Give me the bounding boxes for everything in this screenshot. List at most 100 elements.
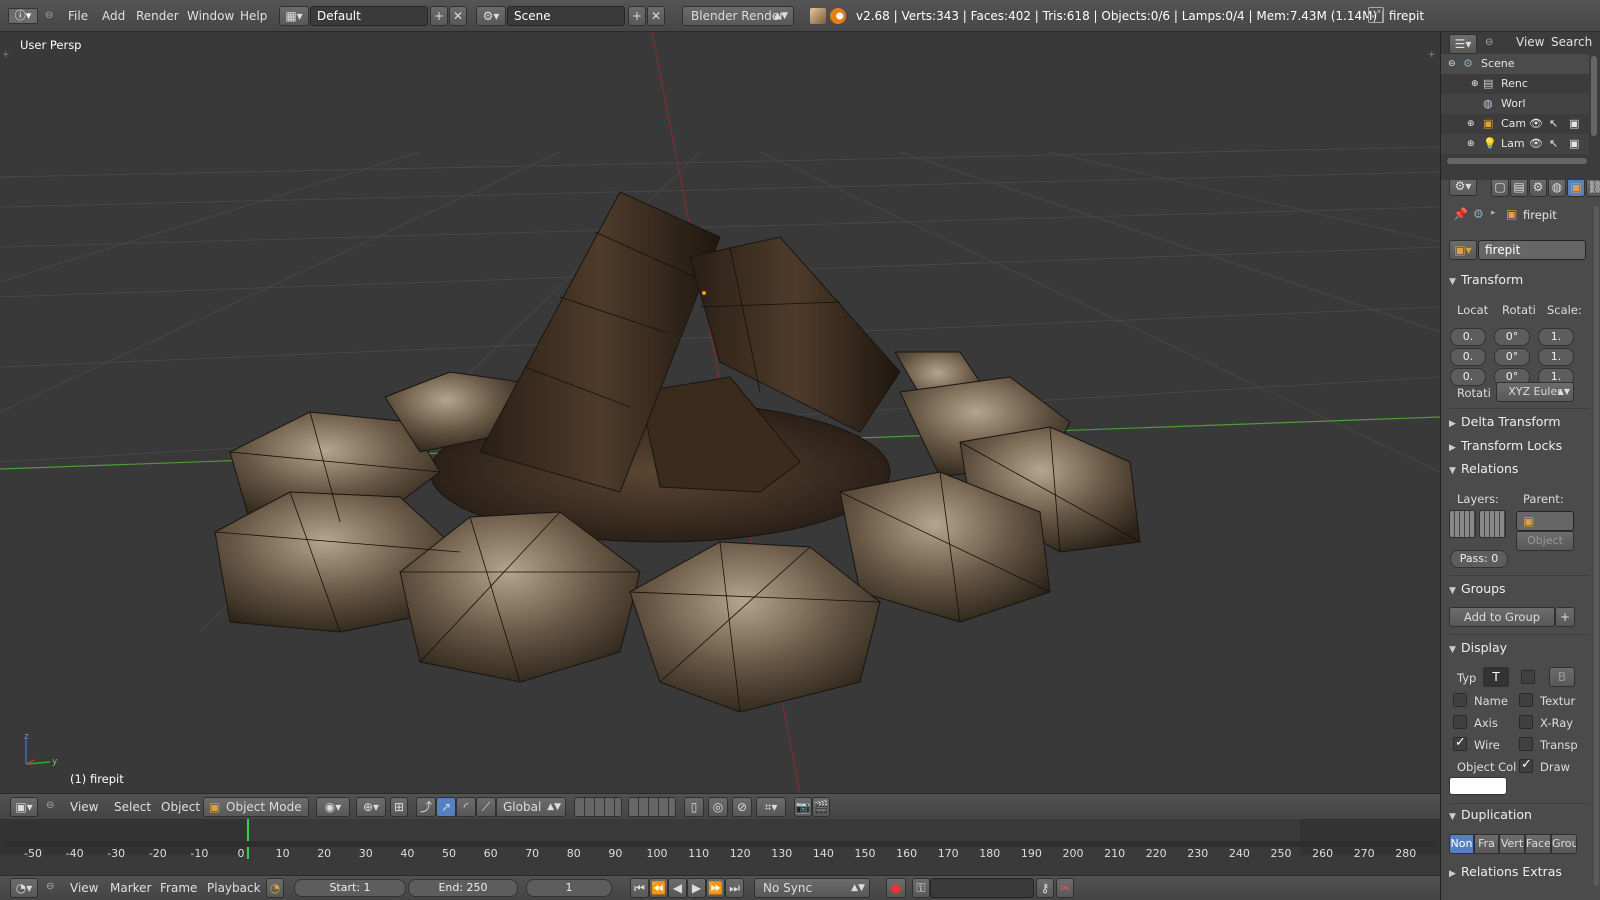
outliner-item-world[interactable]: ◍ Worl xyxy=(1441,94,1589,114)
menu-select[interactable]: Select xyxy=(114,800,151,814)
fullscreen-icon[interactable]: ⤢ xyxy=(1368,7,1384,23)
outliner-hscrollbar[interactable] xyxy=(1447,158,1587,164)
dupli-none-option[interactable]: Non xyxy=(1449,834,1474,854)
manipulator-toggle[interactable]: ⊞ xyxy=(390,797,408,817)
editor-type-icon[interactable]: ◔▾ xyxy=(10,878,38,898)
panel-relations-extras-header[interactable]: ▶ Relations Extras xyxy=(1449,861,1589,883)
timeline-scrollbar[interactable] xyxy=(6,841,1436,847)
keying-set-icon[interactable]: ⚿ xyxy=(912,878,930,898)
menu-file[interactable]: File xyxy=(68,9,88,23)
render-layers-tab-icon[interactable]: ▤ xyxy=(1510,180,1528,197)
scene-tab-icon[interactable]: ⚙ xyxy=(1529,180,1547,197)
menu-render[interactable]: Render xyxy=(136,9,179,23)
keying-set-field[interactable] xyxy=(930,878,1034,898)
add-to-group-button[interactable]: Add to Group xyxy=(1449,607,1555,627)
display-bounds-checkbox[interactable] xyxy=(1521,670,1535,684)
expand-icon[interactable]: ⊕ xyxy=(1467,134,1475,154)
expand-icon[interactable]: ⊖ xyxy=(1448,54,1456,74)
panel-transform-header[interactable]: ▼ Transform xyxy=(1449,269,1589,291)
outliner-item-lamp[interactable]: ⊕ 💡 Lamp 👁 ↖ ▣ xyxy=(1441,134,1589,154)
menu-add[interactable]: Add xyxy=(102,9,125,23)
panel-delta-transform-header[interactable]: ▶ Delta Transform xyxy=(1449,411,1589,433)
scale-x-field[interactable]: 1. xyxy=(1538,328,1574,346)
outliner-vscrollbar[interactable] xyxy=(1591,56,1597,136)
play-button[interactable]: ▶ xyxy=(687,878,706,898)
delete-keyframe-icon[interactable]: ✂ xyxy=(1056,878,1074,898)
location-z-field[interactable]: 0. xyxy=(1450,368,1486,386)
current-frame-field[interactable]: 1 xyxy=(526,879,612,897)
object-name-field[interactable]: firepit xyxy=(1478,240,1586,260)
scene-field[interactable]: Scene xyxy=(507,6,625,26)
scale-manipulator[interactable]: ◜ xyxy=(456,797,476,817)
outliner-item-scene[interactable]: ⊖ ⚙ Scene xyxy=(1441,54,1589,74)
dupli-faces-option[interactable]: Face xyxy=(1525,834,1551,854)
xray-checkbox[interactable] xyxy=(1519,715,1533,729)
snap-toggle-icon[interactable]: ⊘ xyxy=(732,797,752,817)
dupli-verts-option[interactable]: Vert xyxy=(1499,834,1525,854)
manipulator-extra[interactable]: ⟋ xyxy=(476,797,496,817)
snap-element-select[interactable]: ⌗▾ xyxy=(756,797,786,817)
object-color-swatch[interactable] xyxy=(1449,777,1507,795)
timeline[interactable]: -50 -40 -30 -20 -10 0 10 20 30 40 50 60 70 80 90 100 110… xyxy=(0,819,1440,875)
orientation-select[interactable]: Global ▲▼ xyxy=(496,797,566,817)
rotation-x-field[interactable]: 0° xyxy=(1494,328,1530,346)
jump-start-button[interactable]: ⏮ xyxy=(630,878,649,898)
render-opengl-icon[interactable]: 📷 xyxy=(794,797,812,817)
location-x-field[interactable]: 0. xyxy=(1450,328,1486,346)
mode-select[interactable]: Object Mode ▣ xyxy=(203,797,309,817)
object-layers-grid-a[interactable] xyxy=(1449,510,1476,538)
render-animation-icon[interactable]: 🎬 xyxy=(812,797,830,817)
remove-layout-button[interactable]: ✕ xyxy=(449,6,467,26)
jump-keyframe-forward-button[interactable]: ⏩ xyxy=(706,878,725,898)
pass-index-field[interactable]: Pass: 0 xyxy=(1450,550,1508,568)
editor-type-icon[interactable]: ⚙▾ xyxy=(1449,180,1477,196)
lock-camera-icon[interactable]: ▯ xyxy=(684,797,704,817)
editor-type-icon[interactable]: ☰▾ xyxy=(1449,34,1477,54)
draw-all-edges-checkbox[interactable] xyxy=(1519,757,1533,773)
add-group-plus-button[interactable]: + xyxy=(1555,607,1575,627)
expand-icon[interactable]: ⊕ xyxy=(1471,74,1479,94)
wire-checkbox[interactable] xyxy=(1453,735,1467,751)
pin-icon[interactable]: 📌 xyxy=(1453,207,1468,221)
layers-grid-b[interactable] xyxy=(628,797,676,817)
add-layout-button[interactable]: + xyxy=(430,6,448,26)
properties-editor[interactable]: ⚙▾ ▢ ▤ ⚙ ◍ ▣ ⛓ 📌 ⚙ ▸ ▣ firepit ▣▾ firepi… xyxy=(1440,180,1600,900)
remove-scene-button[interactable]: ✕ xyxy=(647,6,665,26)
rotation-mode-select[interactable]: XYZ Euler ▲▼ xyxy=(1496,382,1574,402)
rotate-manipulator[interactable]: ↗ xyxy=(436,797,456,817)
menu-view[interactable]: View xyxy=(1516,35,1544,49)
dupli-group-option[interactable]: Grou xyxy=(1551,834,1577,854)
scene-icon[interactable]: ⚙▾ xyxy=(476,6,506,26)
menu-view[interactable]: View xyxy=(70,881,98,895)
layers-grid-a[interactable] xyxy=(574,797,622,817)
parent-field[interactable]: ▣ xyxy=(1516,511,1574,531)
render-engine-select[interactable]: Blender Render ▲▼ xyxy=(682,6,794,26)
preview-range-icon[interactable]: ◔ xyxy=(266,878,284,898)
start-frame-field[interactable]: Start: 1 xyxy=(294,879,406,897)
screen-layout-field[interactable]: Default xyxy=(310,6,428,26)
panel-relations-header[interactable]: ▼ Relations xyxy=(1449,458,1589,480)
visibility-eye-icon[interactable]: 👁 xyxy=(1529,134,1543,154)
render-toggle-icon[interactable]: ▣ xyxy=(1569,114,1579,134)
location-y-field[interactable]: 0. xyxy=(1450,348,1486,366)
editor-type-icon[interactable]: ▣▾ xyxy=(10,797,38,817)
panel-display-header[interactable]: ▼ Display xyxy=(1449,637,1589,659)
properties-scrollbar[interactable] xyxy=(1594,206,1599,886)
rotation-y-field[interactable]: 0° xyxy=(1494,348,1530,366)
info-editor-icon[interactable]: ⓘ▾ xyxy=(8,8,38,24)
jump-end-button[interactable]: ⏭ xyxy=(725,878,744,898)
expand-icon[interactable]: ⊕ xyxy=(1467,114,1475,134)
current-frame-marker[interactable] xyxy=(247,819,249,859)
visibility-eye-icon[interactable]: 👁 xyxy=(1529,114,1543,134)
parent-type-select[interactable]: Object xyxy=(1516,531,1574,551)
end-frame-field[interactable]: End: 250 xyxy=(408,879,518,897)
scale-y-field[interactable]: 1. xyxy=(1538,348,1574,366)
dupli-frames-option[interactable]: Fra xyxy=(1474,834,1499,854)
translate-manipulator[interactable]: ⤴ xyxy=(416,797,436,817)
record-button[interactable]: ● xyxy=(886,878,906,898)
render-image-icon[interactable] xyxy=(810,8,826,24)
panel-groups-header[interactable]: ▼ Groups xyxy=(1449,578,1589,600)
play-reverse-button[interactable]: ◀ xyxy=(668,878,687,898)
sync-mode-select[interactable]: No Sync ▲▼ xyxy=(754,878,870,898)
transparency-checkbox[interactable] xyxy=(1519,737,1533,751)
